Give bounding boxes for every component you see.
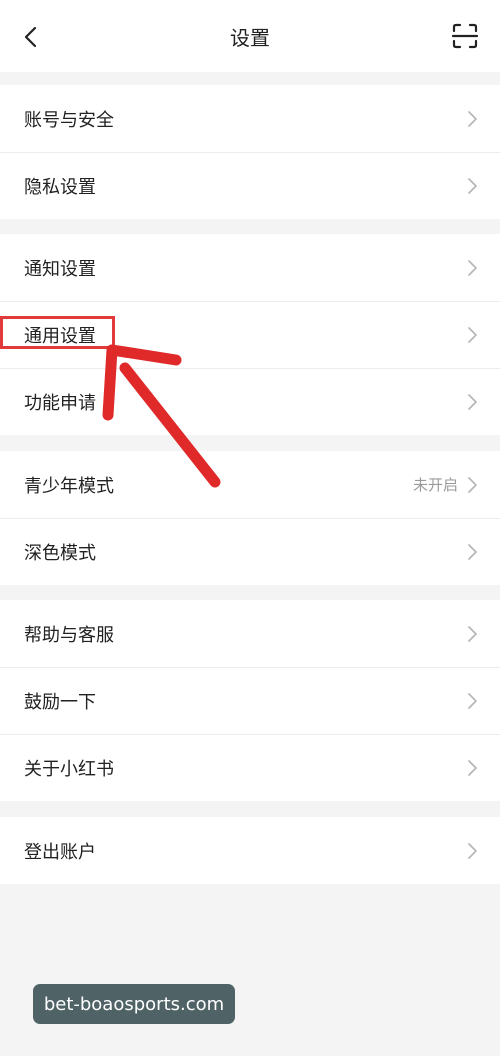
settings-item-feature-request[interactable]: 功能申请: [0, 368, 500, 435]
settings-item-label: 登出账户: [24, 841, 96, 863]
settings-item-logout[interactable]: 登出账户: [0, 817, 500, 884]
chevron-right-icon: [466, 259, 478, 277]
teen-mode-status: 未开启: [412, 476, 458, 494]
settings-item-about[interactable]: 关于小红书: [0, 734, 500, 801]
settings-item-teen-mode[interactable]: 青少年模式 未开启: [0, 451, 500, 518]
settings-item-label: 深色模式: [24, 542, 96, 564]
chevron-right-icon: [466, 110, 478, 128]
settings-item-label: 功能申请: [24, 392, 96, 414]
settings-item-label: 鼓励一下: [24, 691, 96, 713]
watermark: bet-boaosports.com: [33, 984, 235, 1024]
header-bar: 设置: [0, 0, 500, 72]
chevron-right-icon: [466, 543, 478, 561]
chevron-right-icon: [466, 393, 478, 411]
chevron-right-icon: [466, 177, 478, 195]
page-title: 设置: [230, 26, 270, 50]
settings-group-account: 账号与安全 隐私设置: [0, 85, 500, 219]
chevron-right-icon: [466, 326, 478, 344]
settings-item-label: 青少年模式: [24, 475, 114, 497]
chevron-right-icon: [466, 759, 478, 777]
settings-item-notifications[interactable]: 通知设置: [0, 234, 500, 301]
chevron-right-icon: [466, 625, 478, 643]
settings-group-modes: 青少年模式 未开启 深色模式: [0, 451, 500, 585]
settings-item-encourage[interactable]: 鼓励一下: [0, 667, 500, 734]
scan-icon: [451, 23, 479, 49]
settings-item-help-support[interactable]: 帮助与客服: [0, 600, 500, 667]
settings-item-label: 隐私设置: [24, 176, 96, 198]
settings-item-label: 通用设置: [24, 325, 96, 347]
settings-group-general: 通知设置 通用设置 功能申请: [0, 234, 500, 435]
settings-item-label: 通知设置: [24, 258, 96, 280]
settings-group-logout: 登出账户: [0, 817, 500, 884]
settings-page: 设置 账号与安全 隐私设置 通知设置 通用设置 功能申请 青少年模式 未开启 深…: [0, 0, 500, 1056]
settings-item-privacy[interactable]: 隐私设置: [0, 152, 500, 219]
settings-item-label: 账号与安全: [24, 109, 114, 131]
chevron-right-icon: [466, 476, 478, 494]
settings-item-label: 关于小红书: [24, 758, 114, 780]
chevron-right-icon: [466, 692, 478, 710]
settings-item-account-security[interactable]: 账号与安全: [0, 85, 500, 152]
settings-item-dark-mode[interactable]: 深色模式: [0, 518, 500, 585]
settings-item-label: 帮助与客服: [24, 624, 114, 646]
scan-button[interactable]: [450, 21, 480, 51]
chevron-right-icon: [466, 842, 478, 860]
settings-group-help: 帮助与客服 鼓励一下 关于小红书: [0, 600, 500, 801]
settings-item-general[interactable]: 通用设置: [0, 301, 500, 368]
